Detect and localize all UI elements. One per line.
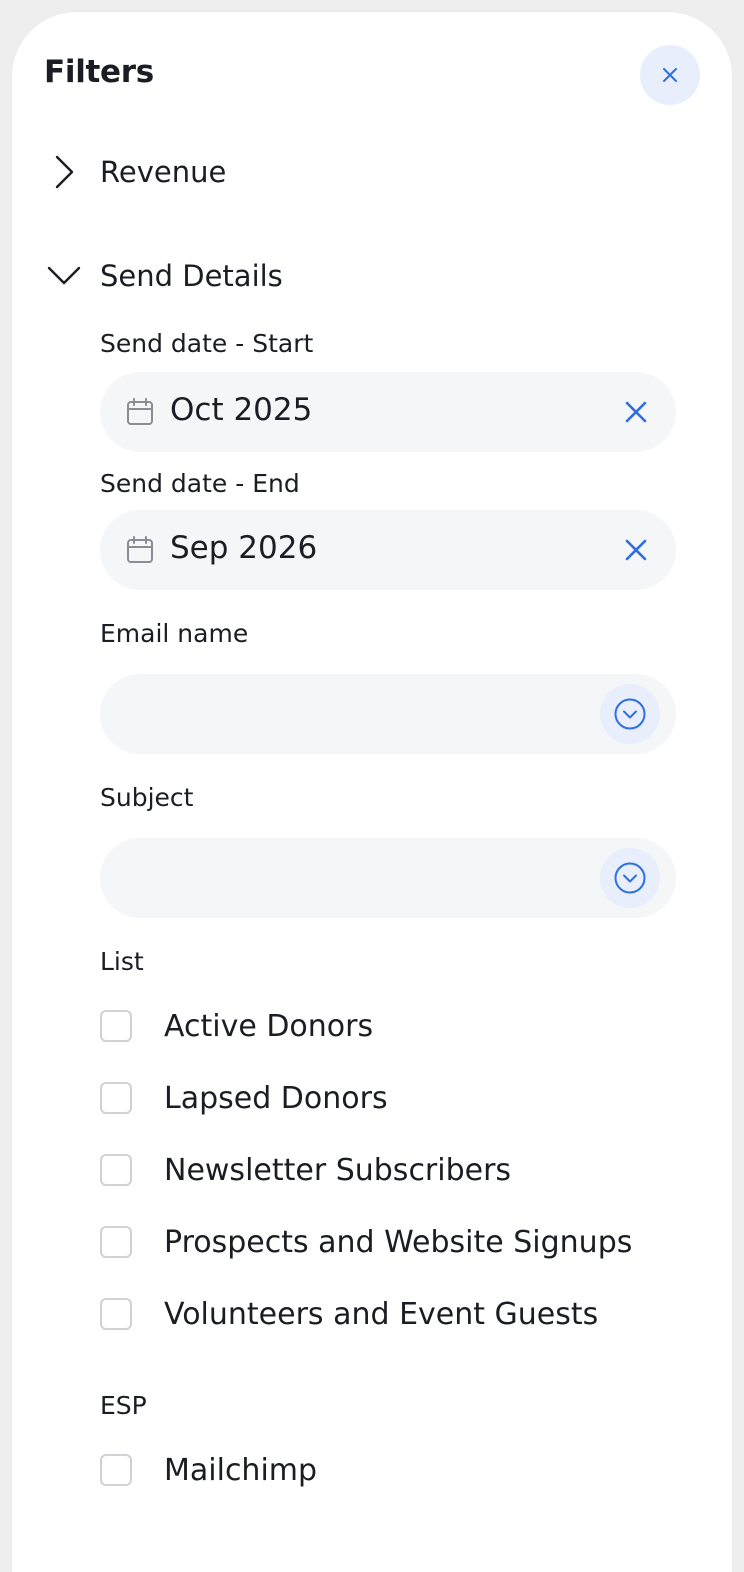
esp-option[interactable]: Mailchimp	[100, 1450, 317, 1490]
list-option-label: Prospects and Website Signups	[164, 1224, 633, 1260]
subject-select[interactable]	[100, 838, 676, 918]
list-option[interactable]: Active Donors	[100, 1006, 373, 1046]
close-button[interactable]	[640, 45, 700, 105]
checkbox[interactable]	[100, 1454, 132, 1486]
esp-label: ESP	[100, 1391, 147, 1420]
checkbox[interactable]	[100, 1154, 132, 1186]
checkbox[interactable]	[100, 1010, 132, 1042]
section-send-details-label: Send Details	[100, 259, 283, 293]
chevron-down-circle-icon	[614, 862, 646, 894]
calendar-icon	[126, 398, 154, 426]
list-option-label: Active Donors	[164, 1008, 374, 1044]
esp-option-label: Mailchimp	[164, 1452, 318, 1488]
list-option-label: Lapsed Donors	[164, 1080, 388, 1116]
dropdown-button[interactable]	[600, 848, 660, 908]
section-send-details-toggle[interactable]: Send Details	[44, 256, 283, 296]
dropdown-button[interactable]	[600, 684, 660, 744]
chevron-down-icon	[44, 256, 84, 296]
send-date-end-field[interactable]: Sep 2026	[100, 510, 676, 590]
close-icon	[663, 68, 677, 82]
chevron-right-icon	[44, 152, 84, 192]
list-option[interactable]: Volunteers and Event Guests	[100, 1294, 598, 1334]
checkbox[interactable]	[100, 1298, 132, 1330]
list-option[interactable]: Prospects and Website Signups	[100, 1222, 632, 1262]
list-label: List	[100, 947, 144, 976]
clear-icon[interactable]	[622, 536, 650, 564]
email-name-select[interactable]	[100, 674, 676, 754]
checkbox[interactable]	[100, 1226, 132, 1258]
section-revenue-label: Revenue	[100, 155, 227, 189]
panel-title: Filters	[44, 54, 154, 90]
subject-label: Subject	[100, 783, 194, 812]
send-date-start-value: Oct 2025	[170, 392, 313, 428]
clear-icon[interactable]	[622, 398, 650, 426]
section-revenue-toggle[interactable]: Revenue	[44, 152, 226, 192]
calendar-icon	[126, 536, 154, 564]
list-option[interactable]: Newsletter Subscribers	[100, 1150, 511, 1190]
checkbox[interactable]	[100, 1082, 132, 1114]
list-option[interactable]: Lapsed Donors	[100, 1078, 388, 1118]
send-date-start-field[interactable]: Oct 2025	[100, 372, 676, 452]
chevron-down-circle-icon	[614, 698, 646, 730]
send-date-end-value: Sep 2026	[170, 530, 318, 566]
email-name-label: Email name	[100, 619, 249, 648]
send-date-start-label: Send date - Start	[100, 329, 314, 358]
send-date-end-label: Send date - End	[100, 469, 300, 498]
list-option-label: Volunteers and Event Guests	[164, 1296, 599, 1332]
list-option-label: Newsletter Subscribers	[164, 1152, 512, 1188]
